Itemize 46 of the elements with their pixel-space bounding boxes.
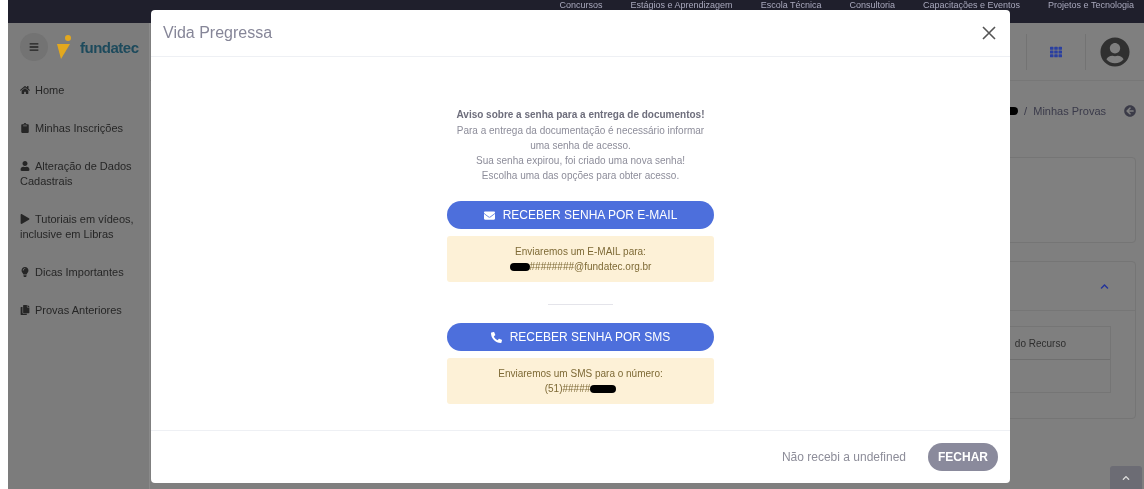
sidebar-item[interactable]: Minhas Inscrições [20,121,149,136]
contact-text: (51)##### [544,383,591,394]
modal-title: Vida Pregressa [163,24,273,42]
breadcrumb: / Minhas Provas [1024,105,1106,117]
mail-icon [483,209,495,221]
phone-icon [490,331,502,343]
documents-icon [20,305,30,315]
nav-link[interactable]: Consultoria [849,0,896,10]
nav-link[interactable]: Projetos e Tecnologia [1048,0,1134,10]
receive-password-button[interactable]: RECEBER SENHA POR SMS [447,323,714,351]
user-icon [20,161,30,171]
contact-text: ########@fundatec.org.br [529,261,652,272]
sidebar-item[interactable]: Alteração de Dados Cadastrais [20,159,149,189]
notice-text: Para a entrega da documentação é necessário informar uma senha de acesso. [455,124,706,153]
chevron-up-icon[interactable] [1100,281,1109,291]
notice-text: Escolha uma das opções para obter acesso. [480,169,681,183]
avatar-icon[interactable] [1100,36,1130,67]
notice-text: Sua senha expirou, foi criado uma nova senha! [475,154,686,168]
sidebar-item[interactable]: Tutoriais em vídeos, inclusive em Libras [20,212,149,242]
nav-link[interactable]: Estágios e Aprendizagem [630,0,733,10]
back-icon[interactable] [1124,105,1136,117]
home-icon [20,85,30,95]
sidebar-item[interactable]: Home [20,83,149,98]
logo-text: fundatec [80,38,139,56]
apps-grid-icon[interactable] [1050,45,1062,58]
clipboard-icon [20,123,30,133]
close-button[interactable] [982,26,996,40]
lightbulb-icon [20,267,30,277]
menu-button[interactable] [20,33,48,61]
close-button[interactable]: FECHAR [928,443,998,471]
chevron-up-icon [1122,473,1130,482]
notice-heading: Aviso sobre a senha para a entrega de documentos! [455,108,706,122]
sidebar-item[interactable]: Dicas Importantes [20,265,149,280]
info-text: Enviaremos um SMS para o número: [497,367,664,381]
redaction-mark [590,385,617,394]
logo-figure-icon [56,35,72,59]
play-icon [20,214,30,224]
sidebar-item[interactable]: Provas Anteriores [20,303,149,318]
not-received-link[interactable]: Não recebi a undefined [781,450,906,464]
redaction-mark [509,263,530,272]
menu-icon [29,42,39,52]
info-text: Enviaremos um E-MAIL para: [514,245,647,259]
receive-password-button[interactable]: RECEBER SENHA POR E-MAIL [447,201,714,229]
nav-link[interactable]: Escola Técnica [760,0,822,10]
nav-link[interactable]: Concursos [559,0,603,10]
nav-link[interactable]: Capacitações e Eventos [923,0,1021,10]
